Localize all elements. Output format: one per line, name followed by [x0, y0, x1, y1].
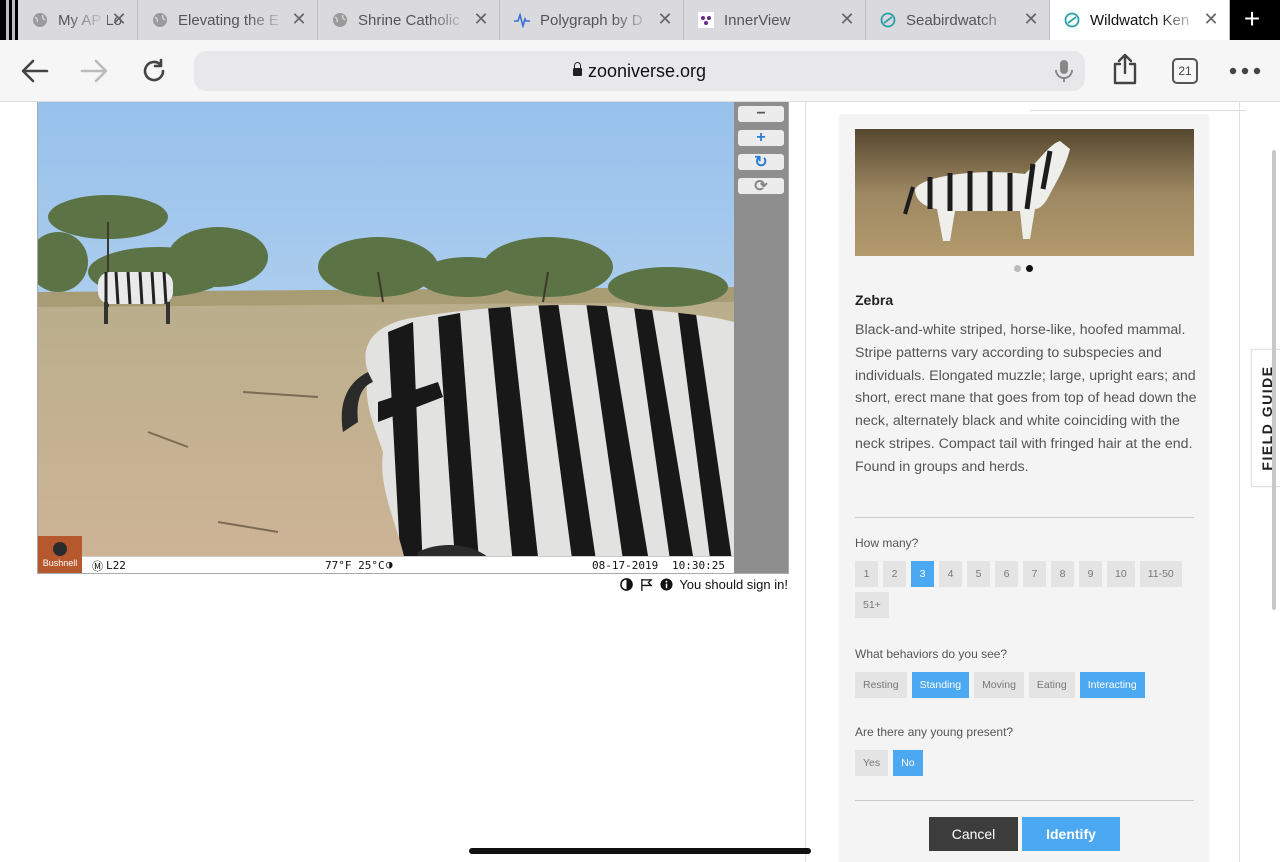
answer-option[interactable]: Moving [974, 672, 1024, 698]
young-present-options: Yes No [855, 750, 1200, 776]
browser-tab[interactable]: Shrine Catholic ✕ [318, 0, 500, 40]
reload-button[interactable] [137, 54, 171, 88]
tab-count: 21 [1178, 64, 1192, 78]
carousel-dot[interactable] [1014, 265, 1021, 272]
species-description: Black-and-white striped, horse-like, hoo… [855, 322, 1197, 475]
answer-option[interactable]: 11-50 [1139, 561, 1182, 587]
back-button[interactable] [18, 54, 52, 88]
browser-tab[interactable]: Elevating the E ✕ [138, 0, 318, 40]
answer-option[interactable]: 10 [1107, 561, 1135, 587]
invert-icon[interactable] [620, 578, 634, 591]
more-menu-button[interactable] [1228, 54, 1262, 88]
ellipsis-icon [1229, 67, 1261, 75]
zooniverse-icon [1064, 12, 1080, 28]
behaviors-label: What behaviors do you see? [855, 647, 1008, 661]
globe-icon [332, 12, 348, 28]
tab-title-fade [1159, 0, 1199, 40]
species-card: Zebra Black-and-white striped, horse-lik… [839, 114, 1209, 862]
classification-panel: Zebra Black-and-white striped, horse-lik… [805, 102, 1246, 862]
close-tab-icon[interactable]: ✕ [657, 10, 673, 28]
species-example-image[interactable] [855, 129, 1194, 256]
zebra-example-photo [855, 129, 1194, 256]
answer-option[interactable]: Yes [855, 750, 889, 776]
tab-title-fade [979, 0, 1019, 40]
image-carousel-dots [1014, 265, 1033, 272]
answer-option[interactable]: 8 [1051, 561, 1074, 587]
tab-title-fade [67, 0, 107, 40]
answer-option[interactable]: Eating [1028, 672, 1075, 698]
identify-button[interactable]: Identify [1022, 817, 1120, 851]
close-tab-icon[interactable]: ✕ [291, 10, 307, 28]
address-bar[interactable]: zooniverse.org [194, 51, 1085, 91]
browser-tab-bar: My AP Lo✕Elevating the E✕Shrine Catholic… [0, 0, 1280, 40]
tab-title-fade [613, 0, 653, 40]
carousel-dot-active[interactable] [1026, 265, 1033, 272]
answer-option[interactable]: 1 [855, 561, 878, 587]
answer-option[interactable]: 9 [1079, 561, 1102, 587]
back-arrow-icon [21, 59, 49, 83]
pulse-icon [514, 12, 530, 28]
microphone-icon[interactable] [1053, 59, 1075, 83]
tab-stack-edge [12, 0, 15, 40]
panel-header-strip [1030, 102, 1246, 111]
close-tab-icon[interactable]: ✕ [111, 10, 127, 28]
species-name: Zebra [855, 292, 894, 308]
answer-option[interactable]: 51+ [855, 592, 889, 618]
tab-strip: My AP Lo✕Elevating the E✕Shrine Catholic… [18, 0, 1230, 40]
answer-option[interactable]: 7 [1023, 561, 1046, 587]
close-tab-icon[interactable]: ✕ [839, 10, 855, 28]
zooniverse-icon [880, 12, 896, 28]
sign-in-notice[interactable]: You should sign in! [679, 577, 788, 592]
forward-arrow-icon [80, 59, 108, 83]
how-many-options: 1 2 3 4 5 6 7 8 9 10 11-50 51+ [855, 561, 1200, 618]
divider [855, 517, 1194, 518]
how-many-label: How many? [855, 536, 919, 550]
answer-option[interactable]: Standing [911, 672, 970, 698]
image-frame [37, 102, 789, 574]
home-indicator[interactable] [469, 848, 811, 854]
url-text: zooniverse.org [587, 61, 707, 81]
tab-title-fade [247, 0, 287, 40]
cancel-button[interactable]: Cancel [929, 817, 1018, 851]
answer-option[interactable]: 4 [939, 561, 962, 587]
subject-toolbar: You should sign in! [620, 577, 788, 592]
answer-option[interactable]: Interacting [1079, 672, 1145, 698]
new-tab-button[interactable]: + [1238, 5, 1266, 34]
divider [855, 800, 1194, 801]
browser-tab[interactable]: InnerView ✕ [684, 0, 866, 40]
answer-option[interactable]: 6 [995, 561, 1018, 587]
answer-option[interactable]: Resting [855, 672, 907, 698]
page-content: − + ↻ ⟳ Ⓜ L22 77°F 25°C ◑ 08-17-2019 10:… [0, 102, 1280, 862]
browser-tab[interactable]: Polygraph by D ✕ [500, 0, 684, 40]
browser-tab[interactable]: Wildwatch Ken ✕ [1050, 0, 1230, 40]
url-display: zooniverse.org [194, 61, 1085, 82]
close-tab-icon[interactable]: ✕ [1203, 10, 1219, 28]
reload-icon [143, 58, 165, 82]
close-tab-icon[interactable]: ✕ [473, 10, 489, 28]
globe-icon [152, 12, 168, 28]
share-icon [1113, 53, 1137, 85]
answer-option[interactable]: 3 [911, 561, 934, 587]
answer-option[interactable]: 5 [967, 561, 990, 587]
young-present-label: Are there any young present? [855, 725, 1014, 739]
close-tab-icon[interactable]: ✕ [1023, 10, 1039, 28]
answer-option[interactable]: 2 [883, 561, 906, 587]
innerview-icon [698, 12, 714, 28]
forward-button[interactable] [77, 54, 111, 88]
page-scrollbar[interactable] [1272, 150, 1276, 610]
behavior-options: Resting Standing Moving Eating Interacting [855, 672, 1200, 698]
tab-title-fade [429, 0, 469, 40]
browser-tab[interactable]: Seabirdwatch ✕ [866, 0, 1050, 40]
browser-toolbar: zooniverse.org [0, 40, 1280, 102]
globe-icon [32, 12, 48, 28]
flag-icon[interactable] [639, 578, 654, 591]
info-icon[interactable] [660, 578, 673, 591]
browser-tab[interactable]: My AP Lo✕ [18, 0, 138, 40]
lock-icon [572, 62, 582, 76]
answer-option[interactable]: No [893, 750, 923, 776]
share-button[interactable] [1108, 52, 1142, 86]
tab-title-fade [795, 0, 835, 40]
tab-overview-button[interactable]: 21 [1172, 58, 1198, 84]
tab-stack-edge [6, 0, 9, 40]
